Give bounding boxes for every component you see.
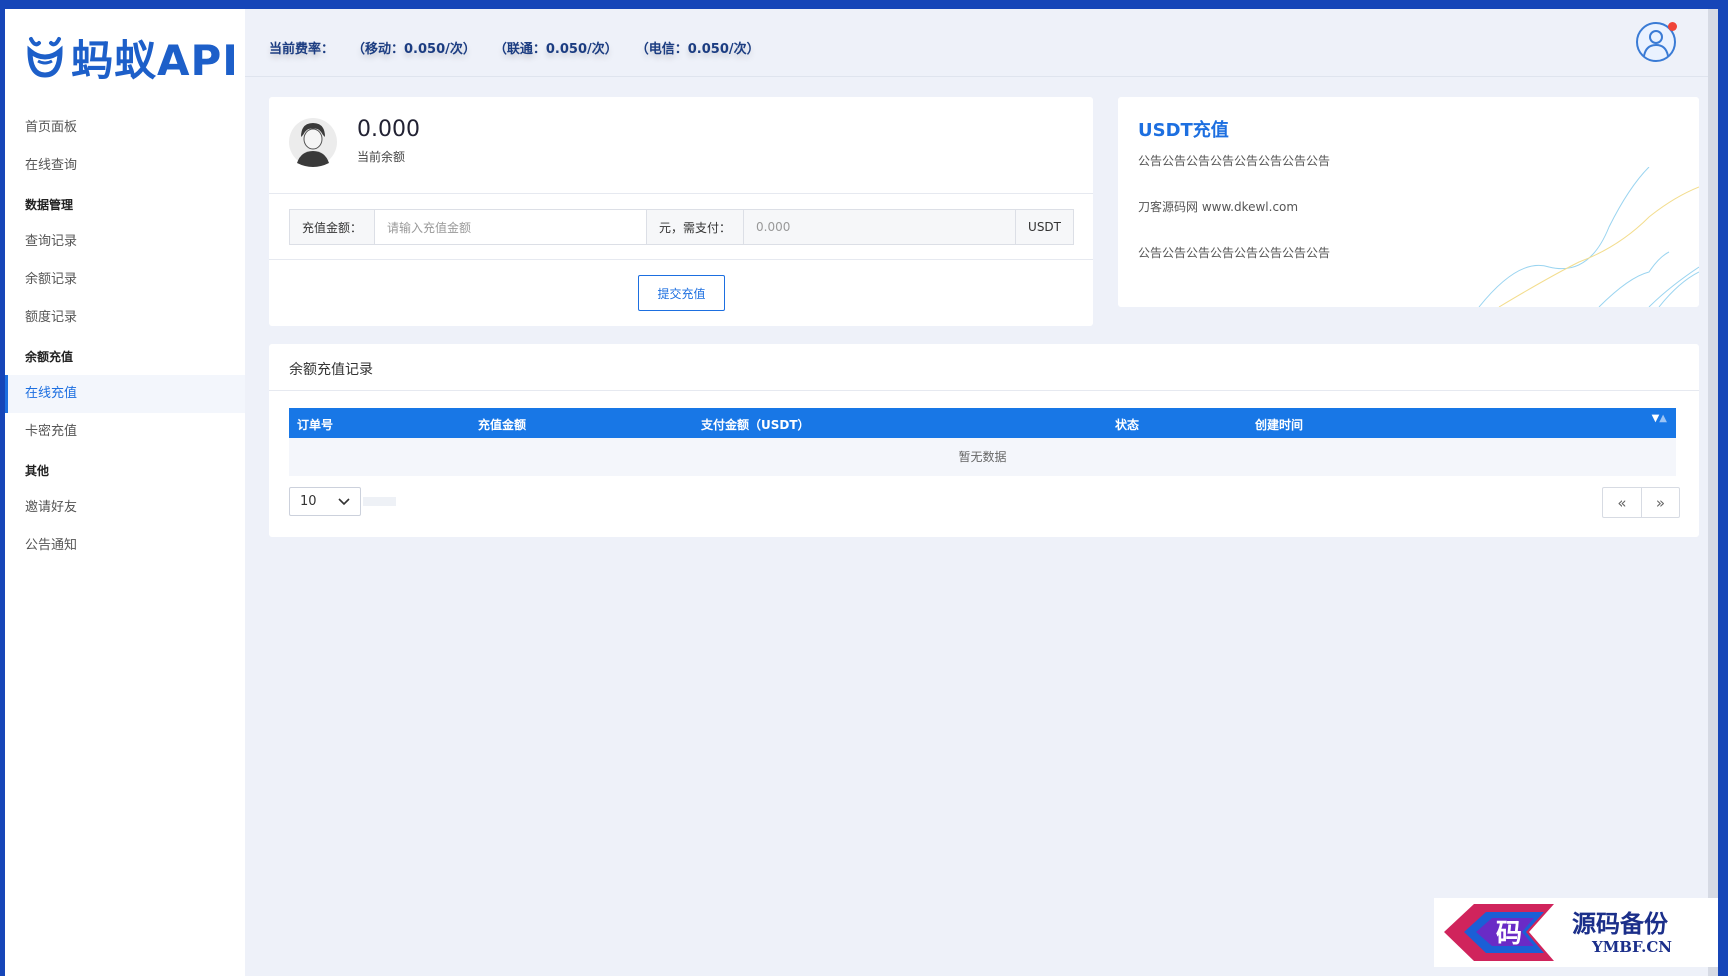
usdt-title: USDT充值: [1138, 120, 1229, 141]
table-header: 订单号 充值金额 支付金额（USDT） 状态 创建时间 ▼▲: [289, 408, 1676, 438]
watermark-text: 源码备份: [1572, 909, 1668, 938]
sidebar-item-query-records[interactable]: 查询记录: [5, 223, 245, 261]
amount-input[interactable]: 请输入充值金额: [375, 210, 648, 244]
decorative-waves: [1478, 167, 1699, 307]
sidebar-item-card-recharge[interactable]: 卡密充值: [5, 413, 245, 451]
watermark-logo-icon: 码: [1444, 904, 1554, 961]
sidebar-section-recharge: 余额充值: [25, 350, 74, 364]
currency-label: USDT: [1016, 210, 1074, 244]
column-paid-usdt[interactable]: 支付金额（USDT）: [701, 416, 810, 433]
rate-mobile: （移动：0.050/次）: [352, 42, 476, 57]
sidebar: 蚂蚁API 首页面板 在线查询 数据管理 查询记录 余额记录 额度记录 余额充值…: [5, 9, 245, 976]
prev-page-button[interactable]: «: [1603, 488, 1641, 517]
column-order-id[interactable]: 订单号: [297, 416, 333, 433]
amount-label: 充值金额：: [290, 210, 376, 244]
submit-recharge-button[interactable]: 提交充值: [638, 275, 725, 311]
sidebar-item-quota-records[interactable]: 额度记录: [5, 299, 245, 337]
rate-unicom: （联通：0.050/次）: [493, 42, 618, 57]
notice-line: 刀客源码网 www.dkewl.com: [1138, 200, 1299, 214]
divider: [269, 390, 1699, 391]
pagination: « »: [1602, 487, 1680, 518]
scrollbar[interactable]: [1708, 9, 1718, 976]
chevron-down-icon: [338, 497, 350, 505]
sidebar-section-other: 其他: [25, 464, 50, 478]
page-info-placeholder: [363, 497, 396, 506]
balance-value: 0.000: [357, 117, 420, 142]
sidebar-item-online-query[interactable]: 在线查询: [5, 147, 245, 185]
top-header: 当前费率： （移动：0.050/次） （联通：0.050/次） （电信：0.05…: [245, 9, 1718, 77]
column-amount[interactable]: 充值金额: [478, 416, 526, 433]
rate-label: 当前费率：: [269, 42, 335, 57]
balance-label: 当前余额: [357, 150, 406, 164]
app-frame: 蚂蚁API 首页面板 在线查询 数据管理 查询记录 余额记录 额度记录 余额充值…: [5, 9, 1718, 976]
pay-label: 元，需支付：: [647, 210, 745, 244]
user-avatar[interactable]: [1636, 22, 1677, 62]
page-size-select[interactable]: 10: [289, 487, 361, 516]
sidebar-nav: 首页面板 在线查询 数据管理 查询记录 余额记录 额度记录 余额充值 在线充值 …: [5, 109, 245, 565]
watermark: 码 源码备份 YMBF.CN: [1434, 898, 1718, 967]
next-page-button[interactable]: »: [1641, 488, 1679, 517]
sidebar-item-announcements[interactable]: 公告通知: [5, 527, 245, 565]
sidebar-item-dashboard[interactable]: 首页面板: [5, 109, 245, 147]
divider: [269, 259, 1093, 260]
logo-text: 蚂蚁API: [71, 35, 239, 85]
records-card: 余额充值记录 订单号 充值金额 支付金额（USDT） 状态 创建时间 ▼▲ 暂无…: [269, 344, 1699, 537]
notice-line: 公告公告公告公告公告公告公告公告: [1138, 154, 1331, 168]
empty-row: 暂无数据: [289, 438, 1676, 476]
divider: [269, 193, 1093, 194]
sidebar-item-online-recharge[interactable]: 在线充值: [5, 375, 245, 413]
sidebar-section-data: 数据管理: [25, 198, 74, 212]
notice-line: 公告公告公告公告公告公告公告公告: [1138, 246, 1331, 260]
ant-logo-icon: [27, 37, 63, 78]
balance-card: 0.000 当前余额 充值金额： 请输入充值金额 元，需支付： 0.000 US…: [269, 97, 1093, 326]
usdt-card: USDT充值 公告公告公告公告公告公告公告公告 刀客源码网 www.dkewl.…: [1118, 97, 1699, 307]
rate-info: 当前费率： （移动：0.050/次） （联通：0.050/次） （电信：0.05…: [269, 38, 760, 57]
page-size-value: 10: [300, 494, 317, 509]
person-avatar-icon: [289, 118, 337, 167]
rate-telecom: （电信：0.050/次）: [635, 42, 760, 57]
balance-avatar: [289, 115, 337, 169]
watermark-glyph: 码: [1496, 919, 1522, 949]
records-title: 余额充值记录: [289, 362, 373, 378]
recharge-form: 充值金额： 请输入充值金额 元，需支付： 0.000 USDT: [289, 209, 1074, 245]
notification-dot: [1668, 22, 1677, 31]
sidebar-item-balance-records[interactable]: 余额记录: [5, 261, 245, 299]
column-created-time[interactable]: 创建时间: [1255, 416, 1303, 433]
column-status[interactable]: 状态: [1115, 416, 1139, 433]
sort-icon[interactable]: ▼▲: [1652, 413, 1667, 424]
pay-amount-field: 0.000: [744, 210, 1017, 244]
watermark-domain: YMBF.CN: [1592, 938, 1673, 956]
sidebar-item-invite[interactable]: 邀请好友: [5, 489, 245, 527]
logo[interactable]: 蚂蚁API: [25, 32, 239, 85]
